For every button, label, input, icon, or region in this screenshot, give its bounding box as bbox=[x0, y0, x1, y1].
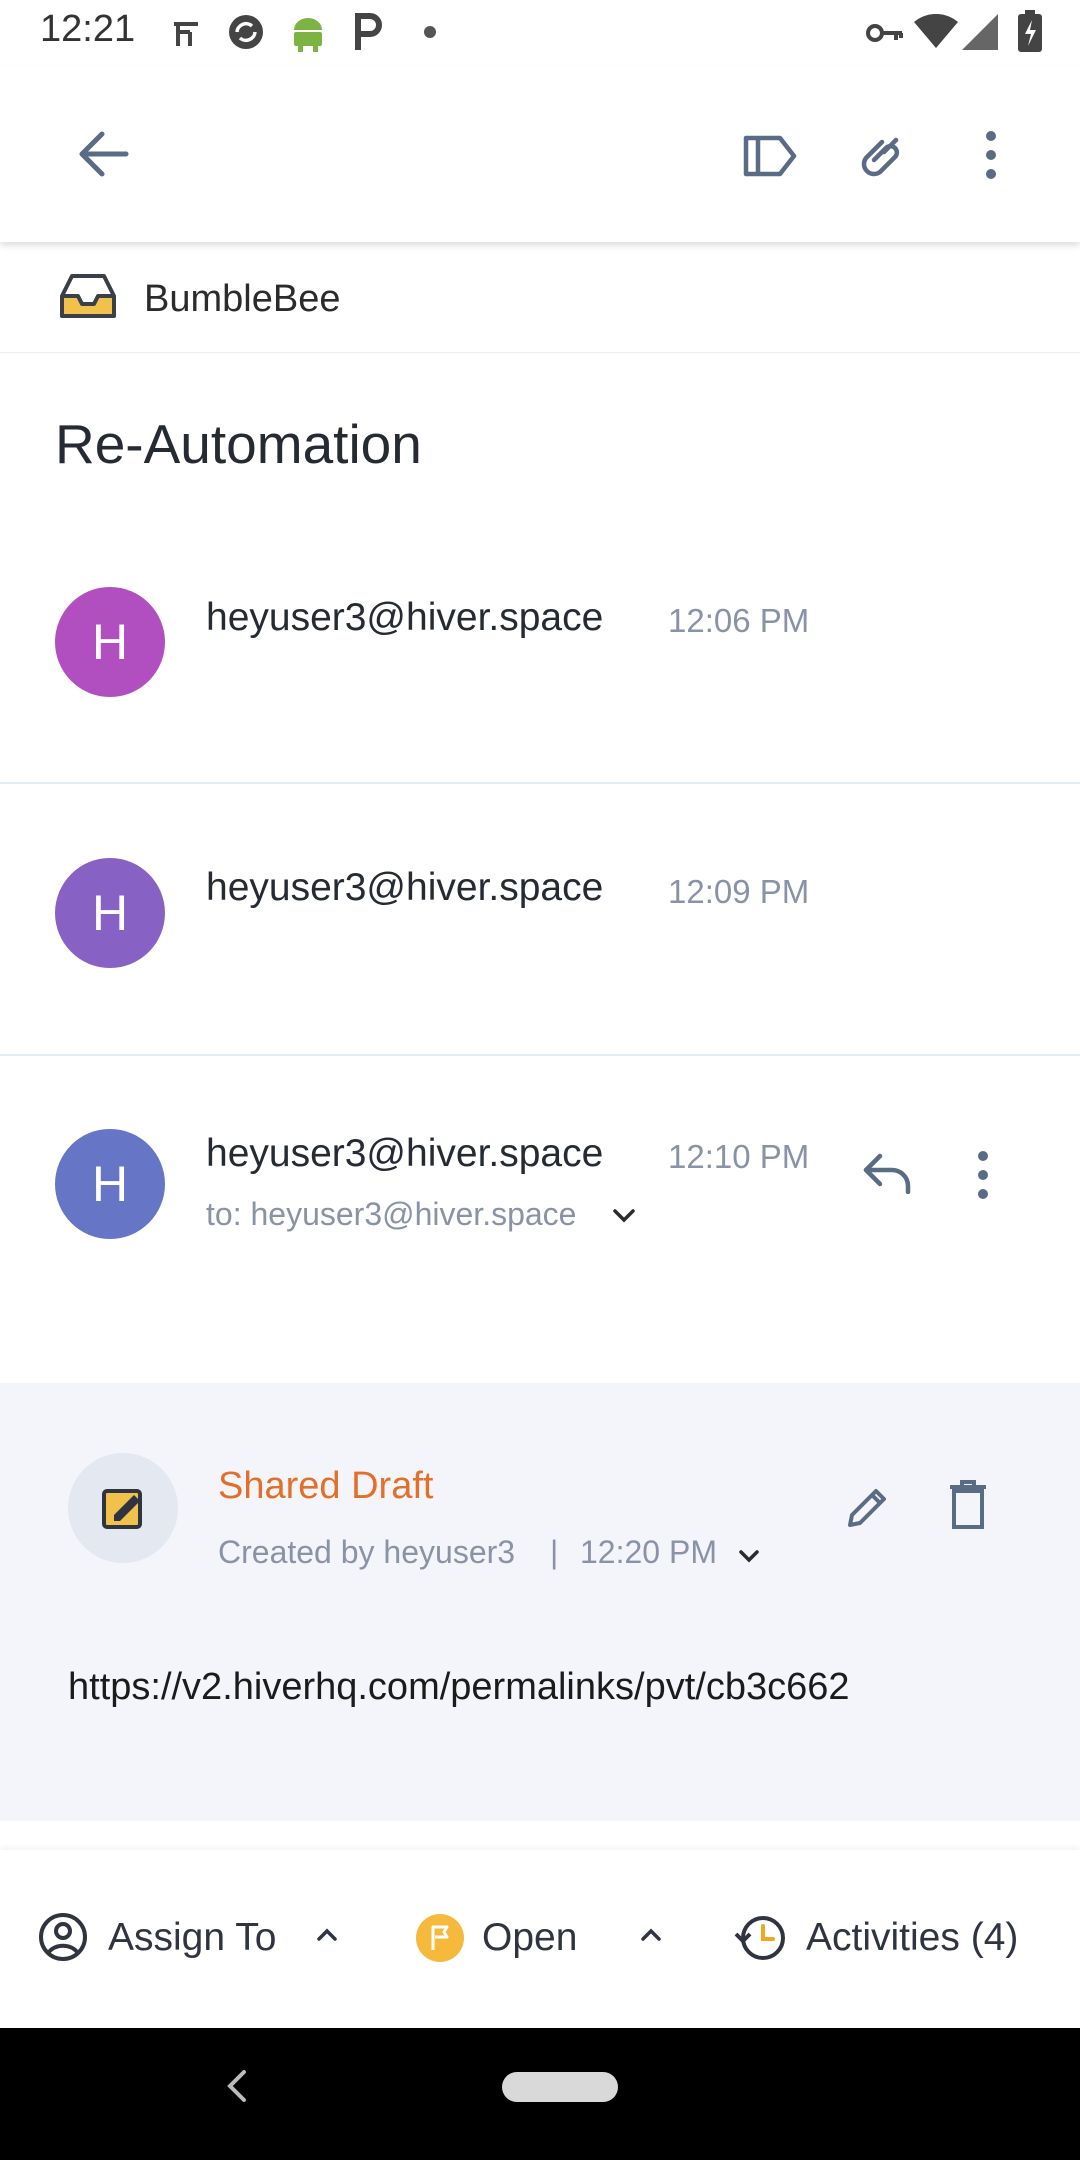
status-flag-icon[interactable] bbox=[416, 1914, 464, 1962]
sync-icon bbox=[226, 12, 266, 52]
sender-email: heyuser3@hiver.space bbox=[206, 866, 604, 909]
reply-icon[interactable] bbox=[862, 1152, 914, 1194]
message-row-expanded[interactable]: H heyuser3@hiver.space 12:10 PM to: heyu… bbox=[0, 1056, 1080, 1383]
status-chevron-up-icon[interactable] bbox=[640, 1928, 662, 1942]
email-subject: Re-Automation bbox=[55, 413, 422, 475]
draft-details-chevron-icon[interactable] bbox=[738, 1549, 760, 1563]
avatar: H bbox=[55, 858, 165, 968]
vpn-key-icon bbox=[866, 18, 904, 48]
sender-email: heyuser3@hiver.space bbox=[206, 1132, 604, 1175]
dot-icon bbox=[424, 26, 436, 38]
wifi-icon bbox=[914, 14, 958, 50]
signal-icon bbox=[962, 14, 998, 50]
notification-icon bbox=[168, 14, 204, 50]
inbox-tray-icon bbox=[58, 272, 118, 320]
activities-history-icon[interactable] bbox=[734, 1912, 788, 1964]
system-nav-bar bbox=[0, 2028, 1080, 2160]
draft-icon-badge bbox=[68, 1453, 178, 1563]
status-button[interactable]: Open bbox=[482, 1916, 577, 1960]
avatar: H bbox=[55, 1129, 165, 1239]
nav-home-pill[interactable] bbox=[502, 2072, 618, 2102]
message-time: 12:06 PM bbox=[668, 602, 810, 639]
back-arrow-icon[interactable] bbox=[76, 130, 130, 178]
activities-button[interactable]: Activities (4) bbox=[806, 1916, 1018, 1960]
app-bar bbox=[0, 66, 1080, 242]
draft-created-by: Created by heyuser3 bbox=[218, 1534, 516, 1570]
assign-to-button[interactable]: Assign To bbox=[108, 1916, 276, 1960]
sender-email: heyuser3@hiver.space bbox=[206, 596, 604, 639]
nav-back-icon[interactable] bbox=[224, 2068, 248, 2104]
avatar: H bbox=[55, 587, 165, 697]
draft-time: 12:20 PM bbox=[580, 1534, 717, 1570]
shared-draft-title: Shared Draft bbox=[218, 1465, 434, 1507]
message-row[interactable]: H heyuser3@hiver.space 12:09 PM bbox=[0, 784, 1080, 1054]
battery-icon bbox=[1018, 10, 1042, 52]
draft-meta-separator: | bbox=[550, 1534, 559, 1570]
delete-trash-icon[interactable] bbox=[948, 1479, 988, 1531]
expand-recipients-icon[interactable] bbox=[612, 1208, 636, 1224]
parking-icon bbox=[352, 12, 386, 52]
bottom-action-bar: Assign To Open Activities (4) bbox=[0, 1850, 1080, 2028]
message-time: 12:09 PM bbox=[668, 873, 810, 910]
status-time: 12:21 bbox=[40, 8, 136, 50]
paperclip-icon[interactable] bbox=[852, 128, 906, 182]
edit-pencil-icon[interactable] bbox=[844, 1483, 892, 1531]
inbox-row[interactable]: BumbleBee bbox=[0, 242, 1080, 353]
message-row[interactable]: H heyuser3@hiver.space 12:06 PM bbox=[0, 560, 1080, 782]
edit-note-icon bbox=[102, 1489, 142, 1529]
recipient-line: to: heyuser3@hiver.space bbox=[206, 1196, 577, 1232]
assign-person-icon[interactable] bbox=[38, 1912, 88, 1962]
status-bar: 12:21 bbox=[0, 0, 1080, 66]
assign-chevron-up-icon[interactable] bbox=[316, 1928, 338, 1942]
draft-body-link[interactable]: https://v2.hiverhq.com/permalinks/pvt/cb… bbox=[68, 1666, 850, 1709]
shared-draft-card[interactable]: Shared Draft Created by heyuser3 | 12:20… bbox=[0, 1383, 1080, 1821]
label-icon[interactable] bbox=[742, 134, 798, 178]
android-icon bbox=[290, 12, 326, 52]
more-vert-icon[interactable] bbox=[982, 130, 1000, 180]
inbox-name: BumbleBee bbox=[144, 278, 341, 320]
message-time: 12:10 PM bbox=[668, 1138, 810, 1175]
message-more-icon[interactable] bbox=[975, 1150, 991, 1200]
